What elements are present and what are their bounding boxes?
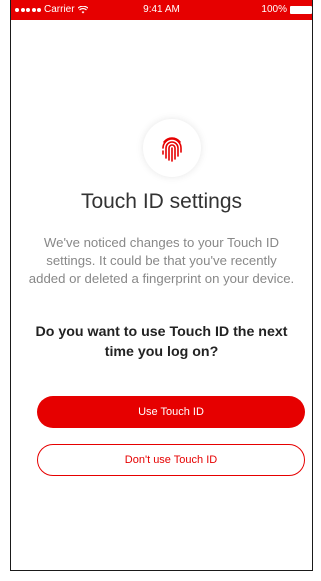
battery-percentage: 100% — [261, 4, 287, 15]
dont-use-touch-id-button[interactable]: Don't use Touch ID — [37, 444, 305, 476]
use-touch-id-button[interactable]: Use Touch ID — [37, 396, 305, 428]
description-text: We've noticed changes to your Touch ID s… — [28, 235, 295, 286]
question-text: Do you want to use Touch ID the next tim… — [35, 324, 288, 360]
status-bar-right: 100% — [261, 4, 312, 15]
fingerprint-badge — [143, 119, 201, 177]
page-title: Touch ID settings — [80, 190, 243, 213]
fingerprint-icon — [162, 137, 182, 162]
phone-screen: Carrier 9:41 AM 100% Touch ID settings W… — [10, 0, 313, 571]
battery-icon — [290, 5, 312, 14]
status-bar: Carrier 9:41 AM 100% — [11, 0, 312, 20]
